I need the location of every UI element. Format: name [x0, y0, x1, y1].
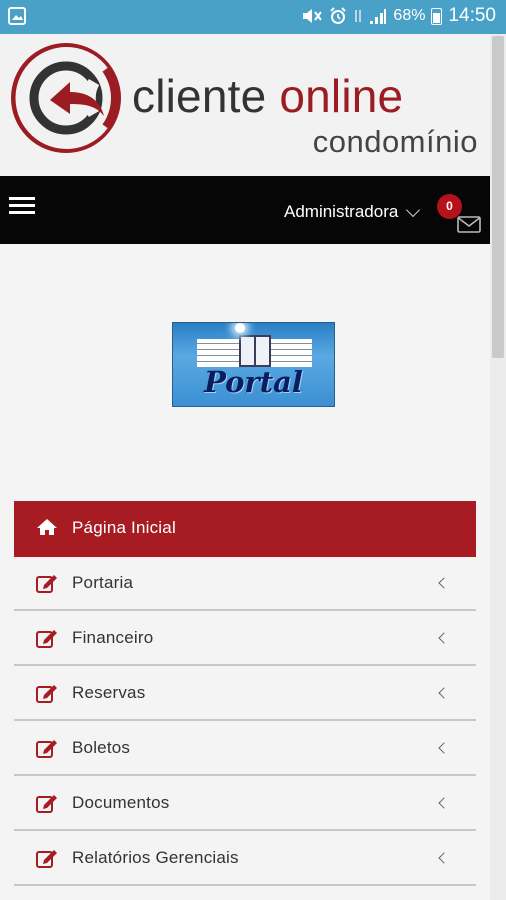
mute-icon [303, 9, 323, 23]
edit-icon [36, 795, 57, 813]
brand-title: cliente online [132, 70, 403, 122]
edit-icon [36, 575, 57, 593]
chevron-left-icon [438, 687, 450, 699]
status-bar: 68% 14:50 [0, 0, 506, 34]
home-icon [37, 519, 57, 535]
brand-title-word2: online [279, 70, 404, 122]
battery-icon [431, 7, 443, 25]
user-menu-label: Administradora [284, 202, 399, 221]
edit-icon [36, 850, 57, 868]
hamburger-menu-icon[interactable] [9, 197, 35, 219]
portal-logo-text: Portal [204, 365, 303, 399]
gallery-notification-icon [8, 7, 26, 25]
battery-percent: 68% [393, 7, 426, 24]
chevron-left-icon [438, 852, 450, 864]
mail-icon[interactable] [457, 216, 481, 233]
alarm-icon [330, 7, 347, 24]
condominium-logo-image: Portal [172, 322, 335, 407]
chevron-left-icon [438, 742, 450, 754]
chevron-left-icon [438, 632, 450, 644]
menu-item-label: Portaria [72, 573, 134, 592]
edit-icon [36, 740, 57, 758]
side-menu: Página Inicial Portaria Financeiro Reser… [14, 501, 476, 887]
data-transfer-icon [355, 10, 362, 22]
menu-item-label: Documentos [72, 793, 170, 812]
app-header: cliente online condomínio [0, 34, 490, 176]
menu-item-label: Reservas [72, 683, 146, 702]
menu-item-label: Relatórios Gerenciais [72, 848, 239, 867]
user-menu-dropdown[interactable]: Administradora [284, 202, 421, 222]
menu-item-documentos[interactable]: Documentos [14, 777, 476, 831]
brand-subtitle: condomínio [312, 124, 478, 159]
brand-title-word1: cliente [132, 70, 267, 122]
edit-icon [36, 685, 57, 703]
edit-icon [36, 630, 57, 648]
scrollbar-thumb[interactable] [492, 36, 504, 358]
menu-item-label: Boletos [72, 738, 131, 757]
menu-item-boletos[interactable]: Boletos [14, 722, 476, 776]
menu-item-label: Página Inicial [72, 518, 176, 537]
chevron-left-icon [438, 577, 450, 589]
clock: 14:50 [448, 5, 496, 26]
menu-item-reservas[interactable]: Reservas [14, 667, 476, 721]
menu-item-portaria[interactable]: Portaria [14, 557, 476, 611]
chevron-left-icon [438, 797, 450, 809]
menu-item-relatorios-gerenciais[interactable]: Relatórios Gerenciais [14, 832, 476, 886]
chevron-down-icon [406, 202, 421, 217]
signal-icon [370, 9, 387, 24]
menu-item-financeiro[interactable]: Financeiro [14, 612, 476, 666]
brand-logo-icon [11, 43, 121, 153]
menu-item-pagina-inicial[interactable]: Página Inicial [14, 501, 476, 557]
menu-item-label: Financeiro [72, 628, 154, 647]
top-navbar: Administradora 0 [0, 176, 490, 244]
